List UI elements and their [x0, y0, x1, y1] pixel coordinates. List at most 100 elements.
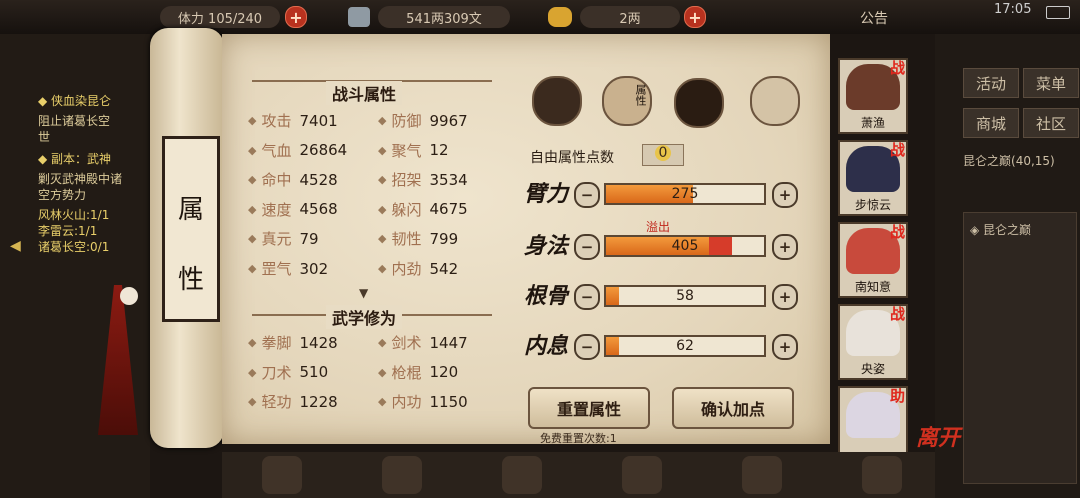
diamond-icon: ◆ [378, 143, 387, 157]
attribute-bar: 405 [604, 235, 766, 257]
role-badge: 助 [890, 387, 906, 405]
stat-value: 26864 [299, 141, 348, 160]
nav-character-icon[interactable] [262, 456, 302, 494]
stat-value: 4675 [429, 200, 468, 219]
decrease-button[interactable]: − [574, 284, 600, 310]
coins-counter: 541两309文 [378, 6, 510, 28]
coins-text: 541两309文 [406, 11, 482, 27]
add-stamina-button[interactable]: + [285, 6, 307, 28]
progress-value: 0/1 [90, 240, 110, 254]
nav-bag-icon[interactable] [382, 456, 422, 494]
overflow-label: 溢出 [646, 220, 671, 234]
bottom-nav-bar [222, 452, 935, 498]
meridian-body-icon[interactable] [750, 76, 800, 126]
combat-stats-title: 战斗属性 [326, 81, 403, 105]
stat-value: 7401 [299, 111, 338, 130]
free-points-label: 自由属性点数 [530, 150, 614, 166]
confirm-points-button[interactable]: 确认加点 [672, 387, 794, 429]
attribute-tab-icon[interactable]: 属性 [602, 76, 652, 126]
character-card[interactable]: 央姿 战 [838, 304, 908, 380]
quest-2-title-text: 副本：武神 [51, 152, 112, 166]
nav-map-icon[interactable] [862, 456, 902, 494]
leave-label: 离开 [916, 425, 961, 451]
stat-row: ◆ 刀术 510 [248, 362, 328, 383]
diamond-icon: ◆ [378, 395, 387, 408]
quest-1-title-text: 侠血染昆仑 [51, 94, 112, 108]
quest-progress-2: 李雷云:1/1 [38, 224, 97, 239]
quest-1-title[interactable]: ◆ 侠血染昆仑 [38, 94, 111, 109]
stat-value: 510 [299, 363, 329, 381]
hat-character-icon[interactable] [532, 76, 582, 126]
nav-journal-icon[interactable] [742, 456, 782, 494]
increase-button[interactable]: + [772, 234, 798, 260]
stat-value: 302 [299, 259, 329, 278]
attribute-name: 臂力 [524, 181, 569, 207]
stat-value: 4528 [299, 170, 338, 189]
leave-button[interactable]: 离开 [916, 420, 968, 456]
decrease-button[interactable]: − [574, 234, 600, 260]
stat-value: 12 [429, 141, 449, 160]
decrease-button[interactable]: − [574, 182, 600, 208]
quest-1-desc-2: 世 [38, 130, 51, 144]
stat-label: 剑术 [391, 334, 422, 352]
stat-label: 枪棍 [391, 363, 422, 382]
character-card[interactable]: 步惊云 战 [838, 140, 908, 216]
stat-row: ◆ 轻功 1228 [248, 391, 338, 412]
community-button[interactable]: 社区 [1023, 108, 1079, 138]
character-card[interactable]: 萧渔 战 [838, 58, 908, 134]
clock-text: 17:05 [994, 2, 1032, 17]
stat-value: 3534 [429, 170, 468, 189]
stat-value: 1428 [299, 333, 338, 352]
increase-button[interactable]: + [772, 182, 798, 208]
decrease-button[interactable]: − [574, 334, 600, 360]
free-reset-count: 免费重置次数:1 [540, 432, 617, 445]
quest-2-title[interactable]: ◆ 副本：武神 [38, 152, 111, 167]
character-card[interactable]: 助 [838, 386, 908, 462]
map-location[interactable]: 昆仑之巅(40,15) [963, 152, 1055, 169]
notice-label: 公告 [860, 11, 888, 27]
stat-label: 刀术 [261, 363, 292, 382]
increase-button[interactable]: + [772, 334, 798, 360]
battery-icon [1046, 6, 1070, 19]
role-badge: 战 [890, 141, 906, 159]
diamond-icon: ◆ [378, 262, 387, 275]
stat-value: 79 [299, 229, 319, 248]
tab-char-2: 性 [177, 265, 204, 295]
role-badge: 战 [890, 305, 906, 323]
reset-attributes-button[interactable]: 重置属性 [528, 387, 650, 429]
diamond-icon: ◆ [378, 202, 387, 216]
minimap[interactable]: ◈ 昆仑之巅 [963, 212, 1077, 484]
stat-row: ◆ 内劲 542 [378, 258, 458, 279]
character-name: 南知意 [854, 280, 891, 294]
shop-button[interactable]: 商城 [963, 108, 1019, 138]
collapse-arrow-icon[interactable]: ◀ [10, 238, 21, 254]
martial-stats-title: 武学修为 [326, 305, 403, 329]
menu-button[interactable]: 菜单 [1023, 68, 1079, 98]
nav-formation-icon[interactable] [502, 456, 542, 494]
attribute-bar: 275 [604, 183, 766, 205]
stat-row: ◆ 招架 3534 [378, 169, 468, 190]
shop-label: 商城 [975, 114, 1006, 133]
stat-label: 招架 [391, 171, 422, 190]
stat-value: 120 [429, 363, 459, 381]
stat-label: 攻击 [261, 112, 292, 130]
stat-value: 1150 [429, 392, 468, 411]
stat-label: 速度 [261, 200, 292, 219]
character-name: 萧渔 [860, 116, 885, 130]
increase-button[interactable]: + [772, 284, 798, 310]
character-name: 央姿 [860, 362, 885, 376]
add-gold-button[interactable]: + [684, 6, 706, 28]
nav-skill-icon[interactable] [622, 456, 662, 494]
progress-value: 1/1 [90, 208, 110, 222]
attribute-value: 58 [676, 288, 694, 304]
activity-button[interactable]: 活动 [963, 68, 1019, 98]
stat-row: ◆ 聚气 12 [378, 140, 449, 161]
stat-row: ◆ 防御 9967 [378, 110, 468, 131]
character-card[interactable]: 南知意 战 [838, 222, 908, 298]
role-badge: 战 [890, 223, 906, 241]
quest-2-desc: 剿灭武神殿中诸 [38, 172, 123, 186]
progress-value: 1/1 [78, 224, 98, 238]
bagua-icon[interactable] [674, 78, 724, 128]
notice-button[interactable]: 公告 [860, 8, 888, 28]
stat-label: 内劲 [391, 260, 422, 278]
